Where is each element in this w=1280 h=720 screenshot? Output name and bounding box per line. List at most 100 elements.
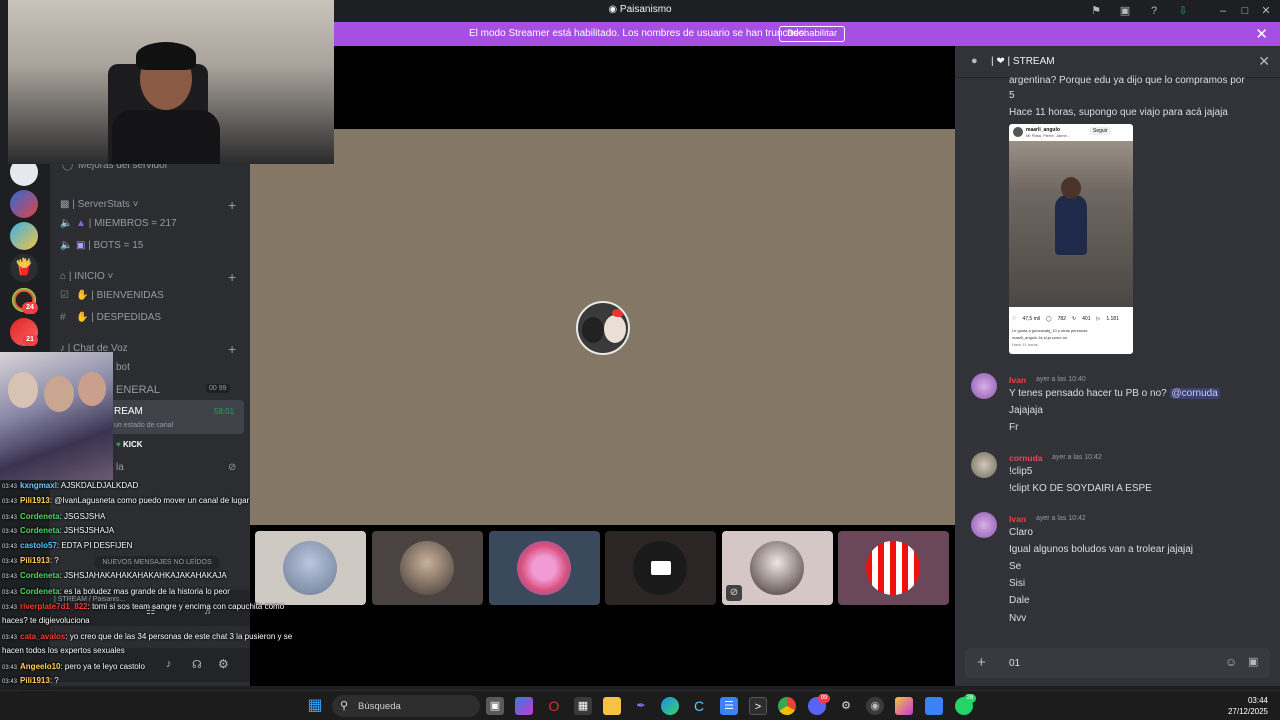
participant-avatar	[866, 541, 920, 595]
channel-general[interactable]: ENERAL	[116, 384, 160, 396]
disable-streamer-button[interactable]: Deshabilitar	[779, 26, 846, 42]
add-channel-icon[interactable]: +	[228, 269, 236, 285]
app-icon[interactable]	[895, 697, 913, 715]
clock-time: 03:44	[1247, 696, 1268, 705]
participant-tile[interactable]: ⊘	[722, 531, 833, 605]
channel-bots[interactable]: 🔈 ▣ | BOTS = 15	[60, 240, 143, 251]
stream-chat-username: Cordeneta	[20, 512, 60, 521]
message-author[interactable]: cornuda	[1009, 453, 1043, 463]
channel-members[interactable]: 🔈 ▲ | MIEMBROS = 217	[60, 218, 177, 229]
close-chat-icon[interactable]: ✕	[1258, 53, 1270, 70]
pen-icon[interactable]: ✒	[632, 697, 650, 715]
category-inicio[interactable]: ⌂ | INICIO ˅ +	[60, 269, 236, 285]
participant-tile[interactable]	[605, 531, 716, 605]
add-attachment-icon[interactable]: +	[977, 654, 986, 671]
stream-chat-timestamp: 03:43	[2, 544, 18, 550]
participant-avatar	[400, 541, 454, 595]
message-author[interactable]: Ivan	[1009, 514, 1026, 524]
stream-chat-timestamp: 03:43	[2, 679, 18, 685]
stream-chat-text: : JSGSJSHA	[59, 512, 106, 521]
minimize-icon[interactable]: –	[1216, 4, 1230, 18]
stream-chat-username: kxngmaxl	[20, 481, 57, 490]
channel-despedidas[interactable]: # ✋ | DESPEDIDAS	[60, 312, 161, 323]
edge-icon[interactable]	[661, 697, 679, 715]
screen-icon[interactable]: ▣	[1118, 4, 1132, 18]
embed-caption: maarli_angulo Ja si ja como no	[1012, 335, 1068, 340]
search-icon: ⚲	[340, 700, 349, 712]
notepad-icon[interactable]: ☰	[720, 697, 738, 715]
chrome-icon[interactable]	[778, 697, 796, 715]
channel-bienvenidas[interactable]: ☑ ✋ | BIENVENIDAS	[60, 290, 164, 301]
capcut-icon[interactable]: C	[690, 697, 708, 715]
embed-photo-person	[1055, 195, 1087, 255]
chart-icon: ▩	[60, 199, 73, 210]
message-line: Se	[1009, 561, 1022, 572]
image-icon[interactable]: ▣	[1248, 655, 1258, 668]
voice-user-kick[interactable]: ♥ KICK	[116, 440, 143, 449]
user-avatar[interactable]	[971, 512, 997, 538]
muted-icon: ⊘	[726, 585, 742, 601]
channel-bot[interactable]: bot	[116, 362, 130, 373]
webcam2-face	[44, 376, 74, 412]
stream-chat-timestamp: 03:43	[2, 559, 18, 565]
user-avatar[interactable]	[971, 373, 997, 399]
copilot-icon[interactable]	[515, 697, 533, 715]
stream-chat-timestamp: 03:43	[2, 574, 18, 580]
stream-chat-message: 03:43 Cordeneta: JSHSJSHAJA	[2, 526, 114, 535]
webcam2-face	[78, 372, 106, 406]
user-avatar[interactable]	[971, 452, 997, 478]
participant-tile[interactable]	[489, 531, 600, 605]
file-explorer-icon[interactable]	[603, 697, 621, 715]
task-view-icon[interactable]: ▣	[486, 697, 504, 715]
obs-icon[interactable]: ◉	[866, 697, 884, 715]
stream-chat-timestamp: 03:43	[2, 605, 18, 611]
camera-icon	[651, 561, 671, 575]
whatsapp-badge: 26	[964, 694, 976, 703]
participant-tile[interactable]	[838, 531, 949, 605]
channel-stream-selected[interactable]: REAM 58:01 un estado de canal	[110, 400, 244, 434]
message-line: argentina? Porque edu ya dijo que lo com…	[1009, 75, 1245, 86]
fries-server-icon[interactable]: 🍟	[10, 254, 38, 282]
system-clock[interactable]: 03:44 27/12/2025	[1228, 695, 1268, 717]
close-window-icon[interactable]: ✕	[1259, 4, 1273, 18]
send-icon: ▷	[1096, 316, 1101, 322]
webcam-overlay	[8, 0, 334, 164]
embed-follow-button[interactable]: Seguir	[1089, 127, 1112, 135]
server-icon[interactable]	[10, 190, 38, 218]
help-icon[interactable]: ?	[1147, 4, 1161, 18]
participant-tile[interactable]	[372, 531, 483, 605]
opera-icon[interactable]: O	[545, 697, 563, 715]
user-mention[interactable]: @cornuda	[1169, 388, 1220, 399]
stream-avatar	[576, 301, 630, 355]
message-line: Fr	[1009, 422, 1019, 433]
webcam-body	[112, 110, 220, 164]
emoji-icon[interactable]: ☺	[1225, 655, 1237, 669]
message-input[interactable]: 01	[1009, 658, 1020, 669]
add-channel-icon[interactable]: +	[228, 341, 236, 357]
speaker-icon: 🔈	[60, 218, 73, 229]
add-channel-icon[interactable]: +	[228, 197, 236, 213]
stream-chat-username: Cordeneta	[20, 587, 60, 596]
stream-chat-timestamp: 03:43	[2, 529, 18, 535]
voice-user[interactable]: la	[116, 462, 124, 473]
maximize-icon[interactable]: □	[1238, 4, 1252, 18]
stream-chat-timestamp: 03:43	[2, 635, 18, 641]
discord-badge: 99	[818, 694, 830, 703]
store-icon[interactable]: ▦	[574, 697, 592, 715]
embed-photo	[1009, 141, 1133, 307]
windows-start-icon[interactable]: ▦	[306, 697, 324, 715]
inbox-icon[interactable]: ⚑	[1089, 4, 1103, 18]
close-icon[interactable]: ✕	[1255, 25, 1268, 43]
message-line: Dale	[1009, 595, 1030, 606]
taskbar-search[interactable]: ⚲ Búsqueda	[332, 695, 480, 717]
settings-icon[interactable]: ⚙	[837, 697, 855, 715]
message-author[interactable]: Ivan	[1009, 375, 1026, 385]
category-serverstats[interactable]: ▩ | ServerStats ˅ +	[60, 197, 236, 213]
instagram-embed[interactable]: maarli_angulo Mr Plata, Pierre, Jaime...…	[1009, 124, 1133, 354]
photos-icon[interactable]	[925, 697, 943, 715]
terminal-icon[interactable]: >	[749, 697, 767, 715]
channel-stream-label: REAM	[114, 406, 143, 417]
robot-icon: ▣	[76, 240, 89, 251]
server-icon[interactable]	[10, 222, 38, 250]
download-icon[interactable]: ⇩	[1176, 4, 1190, 18]
